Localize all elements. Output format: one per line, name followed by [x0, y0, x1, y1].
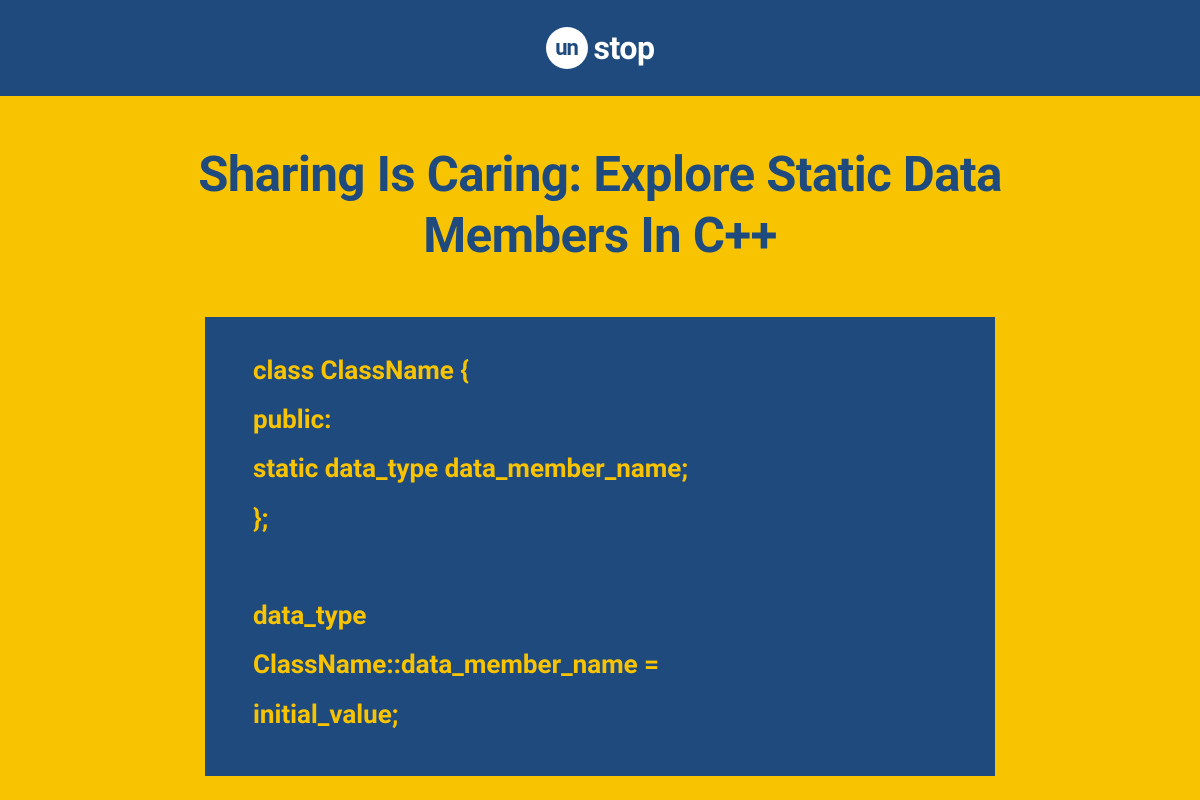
code-line-7: initial_value;	[253, 691, 947, 740]
code-line-3: static data_type data_member_name;	[253, 445, 947, 494]
page-title: Sharing Is Caring: Explore Static Data M…	[100, 144, 1100, 267]
code-spacer	[253, 544, 947, 592]
logo-prefix-text: un	[555, 36, 578, 61]
logo-suffix-text: stop	[594, 29, 655, 67]
code-line-2: public:	[253, 396, 947, 445]
code-block: class ClassName { public: static data_ty…	[205, 317, 995, 777]
code-line-5: data_type	[253, 592, 947, 641]
brand-logo: un stop	[546, 27, 655, 69]
code-line-6: ClassName::data_member_name =	[253, 641, 947, 690]
header-bar: un stop	[0, 0, 1200, 96]
main-content: Sharing Is Caring: Explore Static Data M…	[0, 96, 1200, 800]
code-line-4: };	[253, 495, 947, 544]
code-line-1: class ClassName {	[253, 347, 947, 396]
logo-circle-icon: un	[546, 27, 588, 69]
